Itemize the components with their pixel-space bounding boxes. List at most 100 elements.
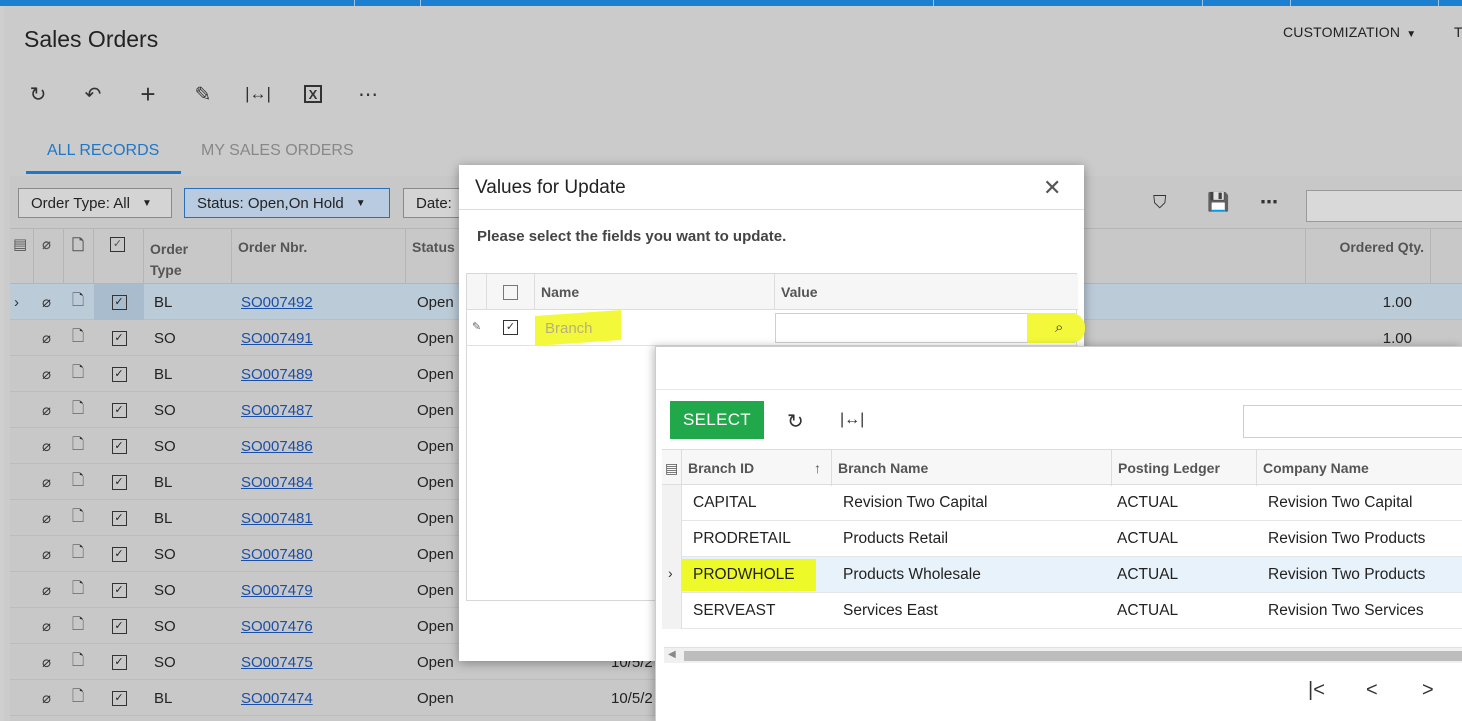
- grid-search-input[interactable]: [1306, 190, 1462, 222]
- row-checkbox-cell[interactable]: ✓: [94, 356, 144, 392]
- order-nbr-link[interactable]: SO007481: [241, 500, 313, 536]
- paperclip-icon[interactable]: ⌀: [42, 284, 51, 320]
- order-nbr-header[interactable]: Order Nbr.: [232, 229, 406, 285]
- row-checkbox-cell[interactable]: ✓: [94, 284, 144, 320]
- document-icon[interactable]: 🗋: [72, 608, 84, 644]
- paperclip-icon[interactable]: ⌀: [42, 320, 51, 356]
- refresh-icon[interactable]: ↻: [787, 409, 804, 434]
- tab-all-records[interactable]: ALL RECORDS: [47, 142, 159, 160]
- row-checkbox-cell[interactable]: ✓: [94, 536, 144, 572]
- tab-my-sales-orders[interactable]: MY SALES ORDERS: [201, 142, 354, 160]
- row-checkbox-cell[interactable]: ✓: [94, 572, 144, 608]
- row-checkbox[interactable]: ✓: [111, 366, 127, 382]
- company-name-header[interactable]: Company Name: [1257, 450, 1462, 486]
- posting-ledger-header[interactable]: Posting Ledger: [1112, 450, 1257, 486]
- excel-export-icon[interactable]: X: [299, 80, 327, 108]
- row-checkbox[interactable]: ✓: [111, 294, 127, 310]
- order-nbr-link[interactable]: SO007487: [241, 392, 313, 428]
- row-checkbox[interactable]: ✓: [111, 582, 127, 598]
- row-checkbox-cell[interactable]: ✓: [94, 392, 144, 428]
- paperclip-icon[interactable]: ⌀: [42, 608, 51, 644]
- fields-select-all-header[interactable]: [487, 274, 535, 310]
- refresh-icon[interactable]: ↻: [24, 80, 52, 108]
- order-type-header[interactable]: Order Type: [144, 229, 232, 285]
- row-checkbox-cell[interactable]: ✓: [94, 644, 144, 680]
- document-icon[interactable]: 🗋: [72, 644, 84, 680]
- paperclip-icon[interactable]: ⌀: [42, 644, 51, 680]
- document-icon[interactable]: 🗋: [72, 572, 84, 608]
- row-checkbox-cell[interactable]: ✓: [94, 320, 144, 356]
- scrollbar-thumb[interactable]: [684, 651, 1462, 661]
- document-icon[interactable]: 🗋: [72, 536, 84, 572]
- lookup-horizontal-scrollbar[interactable]: ◀: [664, 647, 1462, 663]
- first-page-icon[interactable]: |<: [1308, 679, 1325, 702]
- undo-icon[interactable]: ↶: [79, 80, 107, 108]
- row-checkbox[interactable]: ✓: [111, 510, 127, 526]
- row-checkbox[interactable]: ✓: [111, 546, 127, 562]
- more-icon[interactable]: ⋯: [1260, 192, 1278, 213]
- paperclip-icon[interactable]: ⌀: [42, 536, 51, 572]
- order-nbr-link[interactable]: SO007486: [241, 428, 313, 464]
- order-nbr-link[interactable]: SO007491: [241, 320, 313, 356]
- row-checkbox-cell[interactable]: ✓: [94, 680, 144, 716]
- order-nbr-link[interactable]: SO007489: [241, 356, 313, 392]
- order-nbr-link[interactable]: SO007479: [241, 572, 313, 608]
- search-icon[interactable]: ⌕: [1055, 319, 1063, 336]
- document-icon[interactable]: 🗋: [72, 500, 84, 536]
- row-checkbox[interactable]: ✓: [111, 474, 127, 490]
- branch-field-checkbox[interactable]: ✓: [503, 320, 518, 335]
- document-icon[interactable]: 🗋: [72, 356, 84, 392]
- row-checkbox[interactable]: ✓: [111, 618, 127, 634]
- lookup-row[interactable]: SERVEAST Services East ACTUAL Revision Two …: [662, 593, 1462, 629]
- next-page-icon[interactable]: >: [1422, 679, 1434, 702]
- paperclip-icon[interactable]: ⌀: [42, 356, 51, 392]
- save-icon[interactable]: 💾: [1207, 192, 1229, 213]
- paperclip-icon[interactable]: ⌀: [42, 428, 51, 464]
- select-all-header[interactable]: ✓: [94, 229, 144, 285]
- lookup-row[interactable]: PRODRETAIL Products Retail ACTUAL Revision …: [662, 521, 1462, 557]
- row-checkbox[interactable]: ✓: [111, 690, 127, 706]
- order-nbr-link[interactable]: SO007474: [241, 680, 313, 716]
- scroll-left-icon[interactable]: ◀: [668, 649, 676, 660]
- paperclip-icon[interactable]: ⌀: [42, 680, 51, 716]
- edit-icon[interactable]: ✎: [189, 80, 217, 108]
- paperclip-icon[interactable]: ⌀: [42, 572, 51, 608]
- row-checkbox[interactable]: ✓: [111, 330, 127, 346]
- fit-columns-icon[interactable]: |↔|: [840, 411, 864, 429]
- document-icon[interactable]: 🗋: [72, 428, 84, 464]
- row-checkbox-cell[interactable]: ✓: [94, 500, 144, 536]
- document-icon[interactable]: 🗋: [72, 392, 84, 428]
- order-nbr-link[interactable]: SO007476: [241, 608, 313, 644]
- customization-menu[interactable]: CUSTOMIZATION ▼: [1283, 24, 1416, 40]
- document-icon[interactable]: 🗋: [72, 284, 84, 320]
- order-type-filter[interactable]: Order Type: All ▼: [18, 188, 172, 218]
- add-icon[interactable]: +: [134, 79, 162, 109]
- branch-id-header[interactable]: Branch ID ↑: [682, 450, 832, 486]
- branch-name-header[interactable]: Branch Name: [832, 450, 1112, 486]
- paperclip-icon[interactable]: ⌀: [42, 392, 51, 428]
- lookup-search-input[interactable]: [1243, 405, 1462, 438]
- row-checkbox[interactable]: ✓: [111, 654, 127, 670]
- order-nbr-link[interactable]: SO007475: [241, 644, 313, 680]
- document-icon[interactable]: 🗋: [72, 320, 84, 356]
- close-icon[interactable]: ✕: [1043, 175, 1061, 201]
- more-icon[interactable]: ⋯: [354, 80, 382, 108]
- paperclip-icon[interactable]: ⌀: [42, 500, 51, 536]
- truncated-menu[interactable]: T: [1454, 24, 1462, 40]
- row-checkbox-cell[interactable]: ✓: [94, 464, 144, 500]
- ordered-qty-header[interactable]: Ordered Qty.: [1305, 229, 1431, 285]
- fit-columns-icon[interactable]: |↔|: [244, 80, 272, 108]
- order-nbr-link[interactable]: SO007484: [241, 464, 313, 500]
- paperclip-icon[interactable]: ⌀: [42, 464, 51, 500]
- status-header[interactable]: Status: [406, 229, 466, 285]
- row-checkbox[interactable]: ✓: [111, 438, 127, 454]
- select-all-checkbox[interactable]: ✓: [110, 237, 125, 252]
- row-checkbox-cell[interactable]: ✓: [94, 428, 144, 464]
- filter-icon[interactable]: ⛉: [1153, 192, 1167, 213]
- previous-page-icon[interactable]: <: [1366, 679, 1378, 702]
- order-nbr-link[interactable]: SO007492: [241, 284, 313, 320]
- select-button[interactable]: SELECT: [670, 401, 764, 439]
- row-checkbox-cell[interactable]: ✓: [94, 608, 144, 644]
- document-icon[interactable]: 🗋: [72, 464, 84, 500]
- status-filter[interactable]: Status: Open,On Hold ▼: [184, 188, 390, 218]
